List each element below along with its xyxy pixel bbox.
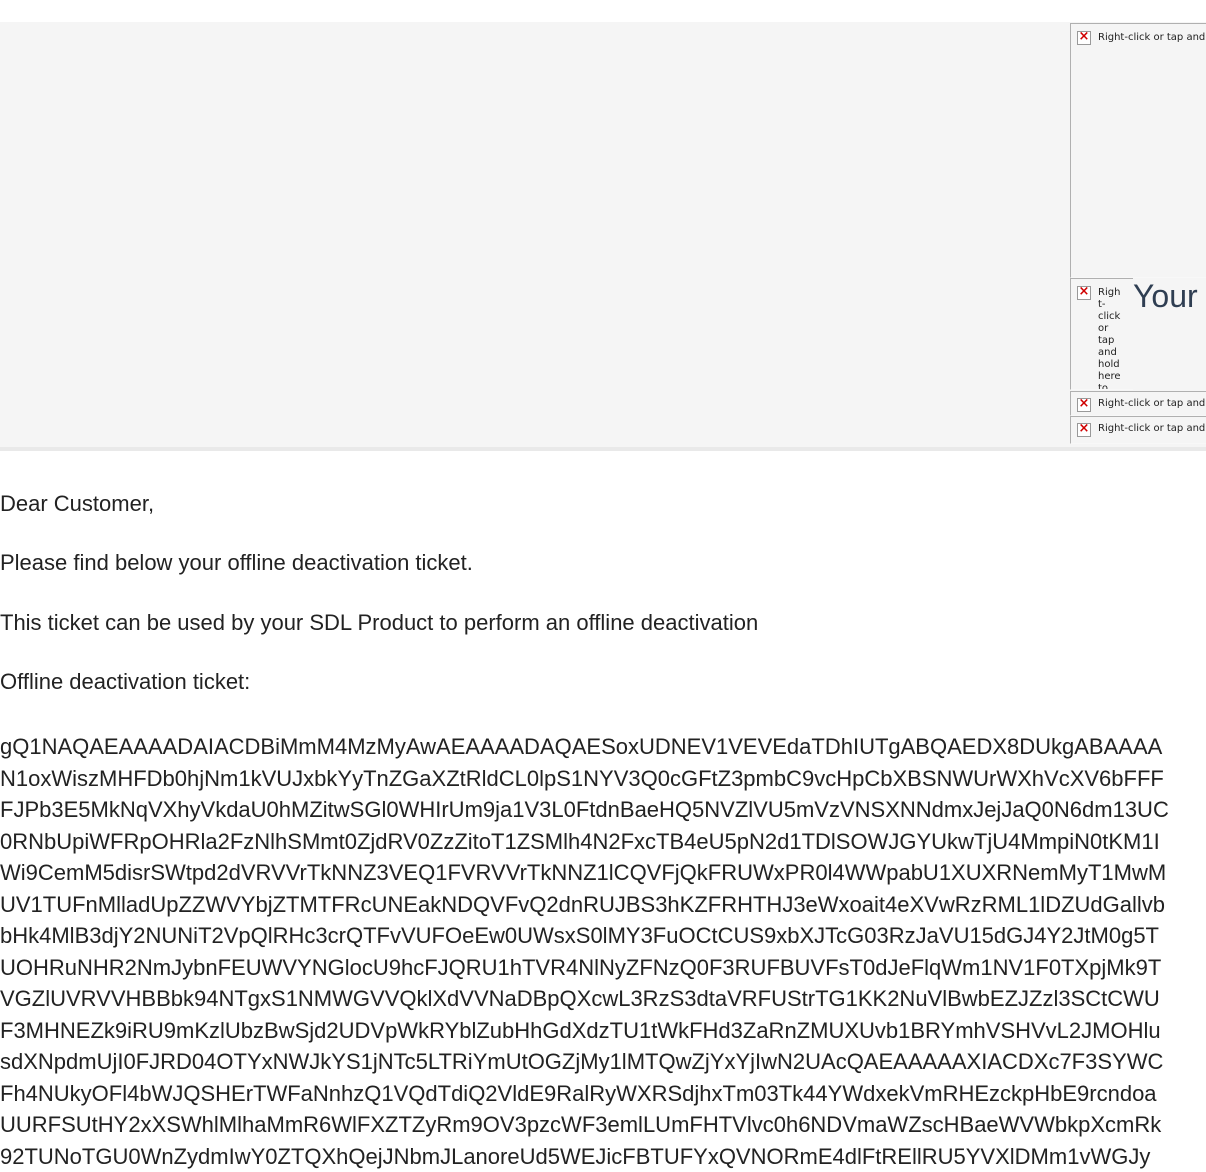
ticket-line: UURFSUtHY2xXSWhlMlhaMmR6WlFXZTZyRm9OV3pz… [0, 1109, 1206, 1141]
ticket-line: gQ1NAQAEAAAADAIACDBiMmM4MzMyAwAEAAAADAQA… [0, 731, 1206, 763]
header-image-placeholder[interactable]: Right-click or tap and hold here to down… [1070, 23, 1206, 278]
image-alt-text: Right-click or tap and hold here to... [1098, 287, 1124, 390]
intro-text: Please find below your offline deactivat… [0, 549, 473, 577]
broken-image-icon [1077, 31, 1091, 45]
ticket-line: VGZlUVRVVHBBbk94NTgxS1NMWGVVQklXdVVNaDBp… [0, 983, 1206, 1015]
ticket-line: Fh4NUkyOFl4bWJQSHErTWFaNnhzQ1VQdTdiQ2Vld… [0, 1078, 1206, 1110]
banner-image-placeholder[interactable]: Right-click or tap and hold here to down… [1070, 391, 1206, 416]
ticket-line: UV1TUFnMlladUpZZWVYbjZTMTFRcUNEakNDQVFvQ… [0, 889, 1206, 921]
greeting: Dear Customer, [0, 490, 154, 518]
banner-image-placeholder[interactable]: Right-click or tap and hold here to down… [1070, 416, 1206, 444]
ticket-line: 92TUNoTGU0WnZydmIwY0ZTQXhQejJNbmJLanoreU… [0, 1141, 1206, 1172]
ticket-line: 0RNbUpiWFRpOHRla2FzNlhSMmt0ZjdRV0ZzZitoT… [0, 826, 1206, 858]
email-header-banner [0, 22, 1206, 451]
logo-image-placeholder[interactable]: Right-click or tap and hold here to... [1070, 278, 1133, 390]
ticket-line: N1oxWiszMHFDb0hjNm1kVUJxbkYyTnZGaXZtRldC… [0, 763, 1206, 795]
header-title: Your [1133, 278, 1198, 315]
ticket-line: UOHRuNHR2NmJybnFEUWVYNGlocU9hcFJQRU1hTVR… [0, 952, 1206, 984]
ticket-line: F3MHNEZk9iRU9mKzlUbzBwSjd2UDVpWkRYblZubH… [0, 1015, 1206, 1047]
broken-image-icon [1077, 423, 1091, 437]
ticket-line: bHk4MlB3djY2NUNiT2VpQlRHc3crQTFvVUFOeEw0… [0, 920, 1206, 952]
image-alt-text: Right-click or tap and hold here to down… [1098, 398, 1206, 410]
ticket-label: Offline deactivation ticket: [0, 668, 250, 696]
broken-image-icon [1077, 398, 1091, 412]
image-alt-text: Right-click or tap and hold here to down… [1098, 32, 1206, 44]
image-alt-text: Right-click or tap and hold here to down… [1098, 423, 1206, 435]
ticket-line: sdXNpdmUjI0FJRD04OTYxNWJkYS1jNTc5LTRiYmU… [0, 1046, 1206, 1078]
broken-image-icon [1077, 286, 1091, 300]
ticket-line: FJPb3E5MkNqVXhyVkdaU0hMZitwSGl0WHIrUm9ja… [0, 794, 1206, 826]
deactivation-ticket[interactable]: gQ1NAQAEAAAADAIACDBiMmM4MzMyAwAEAAAADAQA… [0, 731, 1206, 1172]
usage-text: This ticket can be used by your SDL Prod… [0, 609, 758, 637]
ticket-line: Wi9CemM5disrSWtpd2dVRVVrTkNNZ3VEQ1FVRVVr… [0, 857, 1206, 889]
